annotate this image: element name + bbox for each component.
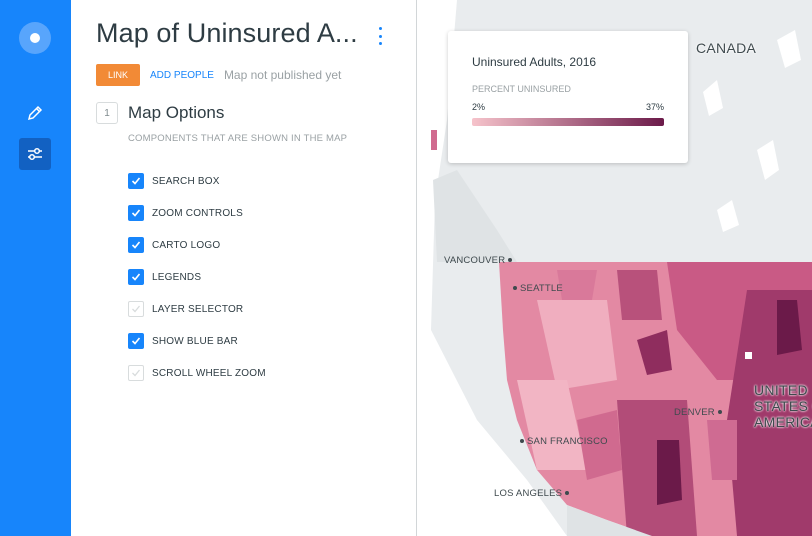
legend-title: Uninsured Adults, 2016 [472, 55, 597, 69]
option-label: SHOW BLUE BAR [152, 335, 238, 347]
legend-box: Uninsured Adults, 2016 PERCENT UNINSURED… [448, 31, 688, 163]
label-seattle: SEATTLE [513, 283, 563, 294]
lake-shape [717, 200, 739, 232]
sliders-icon[interactable] [19, 138, 51, 170]
legend-color-ramp [472, 118, 664, 126]
option-search-box[interactable]: SEARCH BOX [128, 165, 266, 197]
option-scroll-wheel-zoom[interactable]: SCROLL WHEEL ZOOM [128, 357, 266, 389]
option-label: LEGENDS [152, 271, 202, 283]
option-label: ZOOM CONTROLS [152, 207, 243, 219]
checkbox[interactable] [128, 333, 144, 349]
label-canada: CANADA [696, 40, 757, 56]
map-edge-marker [431, 130, 437, 150]
share-row: LINK ADD PEOPLE Map not published yet [96, 64, 341, 86]
lake-shape [777, 30, 801, 68]
pencil-icon[interactable] [19, 97, 51, 129]
option-label: SCROLL WHEEL ZOOM [152, 367, 266, 379]
canada-coast [433, 170, 517, 262]
checkbox[interactable] [128, 237, 144, 253]
option-label: SEARCH BOX [152, 175, 220, 187]
checkbox[interactable] [128, 173, 144, 189]
options-panel: Map of Uninsured A... LINK ADD PEOPLE Ma… [71, 0, 416, 536]
legend-min: 2% [472, 102, 486, 112]
legend-max: 37% [645, 102, 664, 112]
checkbox[interactable] [128, 269, 144, 285]
options-list: SEARCH BOX ZOOM CONTROLS CARTO LOGO LEGE… [128, 165, 266, 389]
publish-status: Map not published yet [223, 68, 342, 82]
option-label: LAYER SELECTOR [152, 303, 244, 315]
checkbox[interactable] [128, 365, 144, 381]
lake-shape [757, 140, 779, 180]
option-carto-logo[interactable]: CARTO LOGO [128, 229, 266, 261]
map-title[interactable]: Map of Uninsured A... [96, 18, 358, 49]
section-subtitle: COMPONENTS THAT ARE SHOWN IN THE MAP [128, 133, 348, 144]
map-marker [745, 352, 752, 359]
option-zoom-controls[interactable]: ZOOM CONTROLS [128, 197, 266, 229]
map-view[interactable]: Uninsured Adults, 2016 PERCENT UNINSURED… [416, 0, 812, 536]
option-show-blue-bar[interactable]: SHOW BLUE BAR [128, 325, 266, 357]
section-title: Map Options [128, 103, 225, 122]
option-layer-selector[interactable]: LAYER SELECTOR [128, 293, 266, 325]
legend-subtitle: PERCENT UNINSURED [472, 84, 571, 94]
more-options-icon[interactable] [376, 27, 384, 45]
step-number: 1 [96, 102, 118, 124]
label-vancouver: VANCOUVER [444, 255, 513, 266]
label-denver: DENVER [674, 407, 722, 418]
label-san-francisco: SAN FRANCISCO [520, 436, 608, 447]
link-button[interactable]: LINK [96, 64, 141, 86]
option-legends[interactable]: LEGENDS [128, 261, 266, 293]
label-usa: UNITED STATES OF AMERICA [754, 382, 812, 430]
label-los-angeles: LOS ANGELES [494, 488, 570, 499]
lake-shape [703, 80, 723, 116]
left-rail [0, 0, 71, 536]
checkbox[interactable] [128, 301, 144, 317]
carto-logo-icon[interactable] [19, 22, 51, 54]
option-label: CARTO LOGO [152, 239, 221, 251]
checkbox[interactable] [128, 205, 144, 221]
add-people-link[interactable]: ADD PEOPLE [150, 70, 214, 81]
